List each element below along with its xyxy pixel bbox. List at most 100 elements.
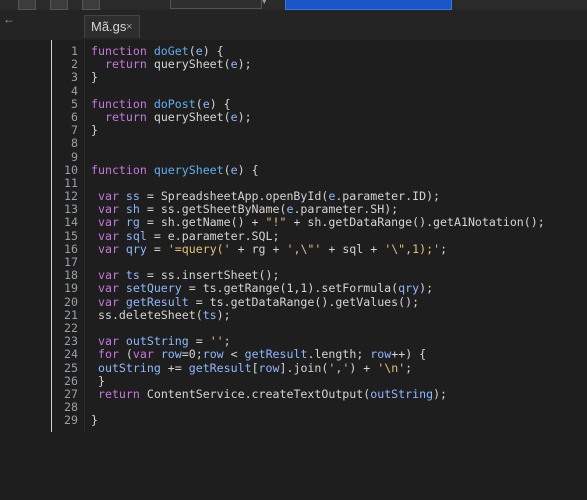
code-token: qry <box>125 241 147 256</box>
line-number: 3 <box>71 70 78 85</box>
toolbar-button[interactable] <box>82 0 100 10</box>
code-line[interactable]: 29} <box>52 414 545 427</box>
code-token: ts <box>125 268 140 283</box>
code-token: = ts.getDataRange().getValues(); <box>188 294 420 309</box>
code-token: querySheet <box>153 109 224 124</box>
code-token: } <box>91 123 98 138</box>
code-token: var <box>97 294 126 309</box>
code-token: ) { <box>209 96 231 111</box>
line-number: 29 <box>64 413 78 428</box>
code-token: .length; <box>307 347 371 362</box>
code-token: ts <box>202 307 217 322</box>
chevron-down-icon[interactable]: ▾ <box>262 0 267 7</box>
code-token: ) { <box>202 44 224 58</box>
code-token: for <box>97 347 126 362</box>
toolbar-button[interactable] <box>18 0 36 10</box>
close-icon[interactable]: × <box>126 16 132 38</box>
code-token: } <box>91 70 98 85</box>
back-arrow-icon[interactable]: ← <box>3 13 15 25</box>
code-line[interactable]: 10 function querySheet(e) { <box>52 162 545 177</box>
code-token: '' <box>209 334 224 349</box>
code-token: var <box>97 202 126 217</box>
left-panel <box>0 40 51 500</box>
top-toolbar: ▾ <box>0 0 587 10</box>
code-token: e <box>195 44 203 58</box>
code-line[interactable]: 16 var qry = '=query(' + rg + ',\"' + sq… <box>52 241 545 256</box>
code-token: var <box>97 281 126 296</box>
code-token: = <box>146 241 168 256</box>
code-token: + sh.getDataRange().getA1Notation(); <box>286 215 545 230</box>
code-token: var <box>97 228 126 243</box>
code-line[interactable]: 21 ss.deleteSheet(ts); <box>52 307 545 322</box>
code-line[interactable]: 25 outString += getResult[row].join(',')… <box>52 360 545 375</box>
code-token: '\n' <box>377 360 406 375</box>
code-token: '=query(' <box>167 241 231 256</box>
code-token: getResult <box>125 294 189 309</box>
code-token: ) + <box>349 360 378 375</box>
code-line[interactable]: 2 return querySheet(e); <box>52 57 545 72</box>
line-number: 10 <box>64 162 78 177</box>
code-line[interactable]: 8 <box>52 137 545 150</box>
line-number: 5 <box>71 96 78 111</box>
code-token: return <box>104 57 154 72</box>
line-number: 9 <box>71 149 78 164</box>
code-token: ; <box>440 241 448 256</box>
code-line[interactable]: 7} <box>52 123 545 138</box>
code-token: ( <box>223 162 231 177</box>
code-token: function <box>91 162 154 177</box>
code-token: } <box>91 373 105 388</box>
code-line[interactable]: 3} <box>52 71 545 84</box>
code-line[interactable]: 28 <box>52 400 545 414</box>
code-token: = ts.getRange(1,1).setFormula( <box>181 281 399 296</box>
code-token: ',' <box>328 360 350 375</box>
code-token: e <box>202 96 210 111</box>
code-token: ',\"' <box>286 241 322 256</box>
code-token: ( <box>188 44 196 58</box>
code-token: return <box>104 109 154 124</box>
tab-file[interactable]: Mã.gs × <box>84 15 140 38</box>
code-token: row <box>202 347 224 362</box>
code-token: outString <box>125 334 189 349</box>
code-token: function <box>91 44 154 58</box>
code-line[interactable]: 27 return ContentService.createTextOutpu… <box>52 386 545 401</box>
editor-background <box>52 432 587 500</box>
code-token: .parameter.SH); <box>293 202 399 217</box>
code-token: =0; <box>181 347 203 362</box>
line-number: 26 <box>64 373 78 388</box>
code-token: doGet <box>153 44 189 58</box>
code-token: "!" <box>265 215 287 230</box>
toolbar-button[interactable] <box>50 0 68 10</box>
code-token: getResult <box>244 347 308 362</box>
code-token: row <box>258 360 280 375</box>
code-token: += <box>160 360 189 375</box>
code-token: + rg + <box>230 241 287 256</box>
code-token: row <box>160 347 182 362</box>
code-token: ); <box>237 109 252 124</box>
code-token: = ss.insertSheet(); <box>139 268 280 283</box>
function-select[interactable] <box>170 0 262 9</box>
code-token: ); <box>216 307 231 322</box>
code-token: '\",1);' <box>384 241 441 256</box>
code-token: < <box>223 347 245 362</box>
code-token: ); <box>237 57 252 72</box>
code-token: getResult <box>188 360 252 375</box>
code-token: ContentService.createTextOutput( <box>146 386 371 401</box>
code-token: outString <box>370 386 434 401</box>
code-token: ) { <box>237 162 259 177</box>
code-line[interactable]: 6 return querySheet(e); <box>52 109 545 124</box>
code-token: sql <box>125 228 147 243</box>
line-number: 19 <box>64 281 78 296</box>
code-token: ; <box>223 334 231 349</box>
line-number: 14 <box>64 215 78 230</box>
notification-banner[interactable] <box>285 0 452 10</box>
code-token: var <box>97 189 126 204</box>
code-token: [ <box>251 360 259 375</box>
